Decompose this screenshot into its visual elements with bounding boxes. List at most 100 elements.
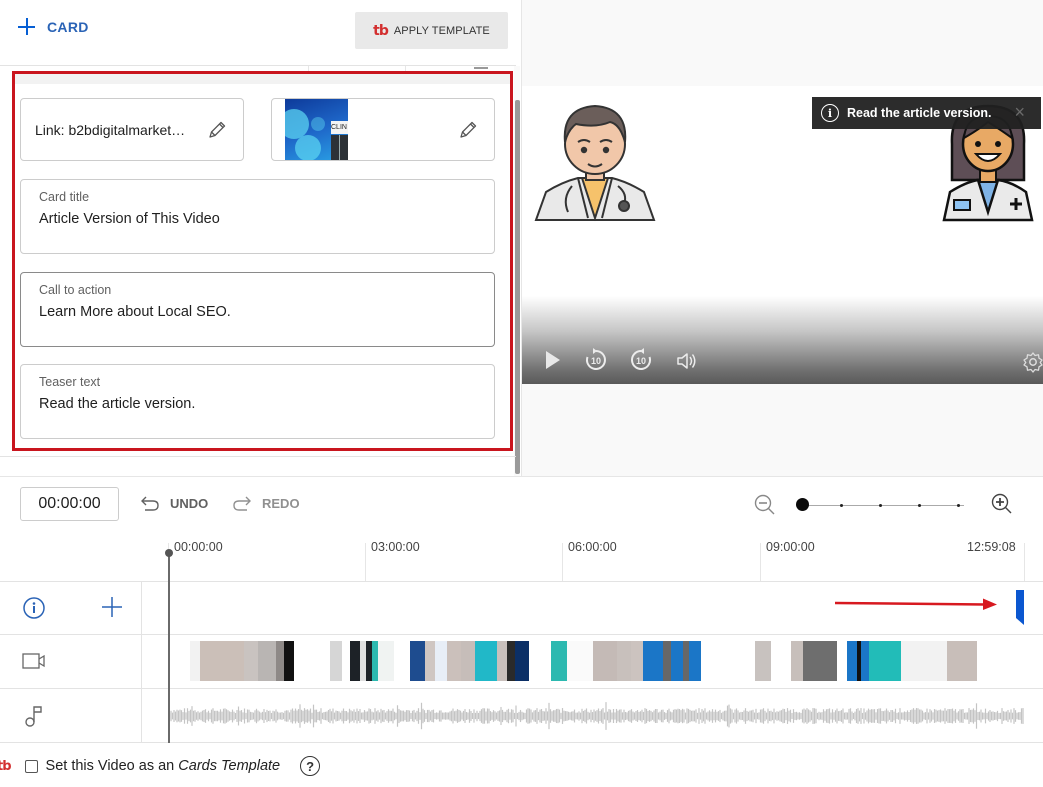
card-link-field[interactable]: Link: b2bdigitalmarket… bbox=[20, 98, 244, 161]
settings-icon[interactable] bbox=[1022, 351, 1043, 373]
ruler-tick bbox=[365, 543, 366, 581]
current-time-input[interactable]: 00:00:00 bbox=[20, 487, 119, 521]
video-frame-thumbnail bbox=[567, 641, 593, 681]
close-icon[interactable]: × bbox=[1014, 103, 1025, 121]
timeline-zoom-slider[interactable] bbox=[796, 497, 964, 513]
card-title-field[interactable]: Card title Article Version of This Video bbox=[20, 179, 495, 254]
video-frame-thumbnail bbox=[901, 641, 947, 681]
video-player[interactable]: 10 10 bbox=[522, 86, 1043, 384]
help-icon[interactable]: ? bbox=[300, 756, 321, 776]
video-frame-thumbnail bbox=[689, 641, 701, 681]
playhead[interactable] bbox=[168, 553, 170, 743]
video-frame-thumbnail bbox=[671, 641, 683, 681]
forward-10-icon[interactable]: 10 bbox=[629, 348, 653, 372]
zoom-slider-rail bbox=[802, 504, 964, 506]
teaser-text-label: Teaser text bbox=[39, 375, 101, 389]
video-frame-thumbnail bbox=[643, 641, 653, 681]
music-note-icon bbox=[24, 704, 44, 733]
video-frame-thumbnail bbox=[475, 641, 497, 681]
thumb-sign: CLIN bbox=[331, 121, 348, 134]
undo-label: UNDO bbox=[170, 495, 209, 511]
add-card-button[interactable]: CARD bbox=[18, 18, 89, 35]
add-card-track-plus-icon[interactable] bbox=[101, 596, 123, 623]
video-frame-thumbnail bbox=[663, 641, 671, 681]
card-marker[interactable] bbox=[1016, 590, 1024, 625]
video-frame-thumbnail bbox=[200, 641, 244, 681]
redo-button[interactable]: REDO bbox=[232, 494, 300, 512]
ruler-tick bbox=[1024, 543, 1025, 581]
video-frame-thumbnail bbox=[190, 641, 200, 681]
highlight-top-band bbox=[15, 74, 510, 84]
undo-button[interactable]: UNDO bbox=[140, 494, 208, 512]
thumb-shape bbox=[311, 117, 325, 131]
audio-waveform[interactable] bbox=[168, 700, 1024, 732]
video-frame-thumbnail bbox=[284, 641, 294, 681]
video-frame-thumbnail bbox=[507, 641, 515, 681]
video-frame-thumbnail bbox=[515, 641, 529, 681]
playhead-handle[interactable] bbox=[165, 549, 173, 557]
video-frame-thumbnail bbox=[435, 641, 447, 681]
zoom-slider-handle[interactable] bbox=[796, 498, 809, 511]
redo-icon bbox=[233, 496, 251, 511]
cards-template-label-emphasis: Cards Template bbox=[178, 758, 281, 774]
track-divider bbox=[0, 688, 1043, 689]
ruler-label: 06:00:00 bbox=[568, 540, 617, 554]
apply-template-label: APPLY TEMPLATE bbox=[393, 24, 490, 37]
video-frame-thumbnail bbox=[701, 641, 723, 681]
video-frame-thumbnail bbox=[258, 641, 276, 681]
play-icon[interactable] bbox=[544, 350, 562, 370]
video-frame-thumbnail bbox=[803, 641, 837, 681]
video-filmstrip[interactable] bbox=[168, 641, 1024, 681]
thumb-door bbox=[331, 135, 348, 160]
male-doctor-illustration bbox=[534, 104, 656, 222]
card-title-label: Card title bbox=[39, 190, 90, 204]
video-frame-thumbnail bbox=[410, 641, 425, 681]
divider bbox=[0, 456, 516, 457]
video-frame-thumbnail bbox=[447, 641, 461, 681]
volume-icon[interactable] bbox=[676, 351, 698, 371]
ruler-label: 03:00:00 bbox=[371, 540, 420, 554]
zoom-slider-tick bbox=[839, 503, 843, 507]
video-frame-thumbnail bbox=[791, 641, 803, 681]
apply-template-button[interactable]: tb APPLY TEMPLATE bbox=[355, 12, 508, 49]
call-to-action-value: Learn More about Local SEO. bbox=[39, 304, 231, 320]
pencil-icon[interactable] bbox=[206, 119, 228, 141]
cards-template-checkbox[interactable] bbox=[24, 759, 38, 773]
annotation-arrow bbox=[835, 598, 997, 610]
divider bbox=[0, 476, 1043, 477]
card-title-value: Article Version of This Video bbox=[39, 211, 220, 227]
cards-template-label-prefix: Set this Video as an bbox=[45, 758, 179, 774]
plus-icon bbox=[18, 18, 35, 35]
video-frame-thumbnail bbox=[342, 641, 350, 681]
info-icon: i bbox=[821, 104, 839, 122]
track-divider bbox=[0, 742, 1043, 743]
card-teaser-overlay[interactable]: i Read the article version. × bbox=[812, 97, 1041, 129]
redo-label: REDO bbox=[262, 495, 300, 511]
video-frame-thumbnail bbox=[244, 641, 258, 681]
scrollbar-thumb[interactable] bbox=[515, 100, 520, 474]
video-frame-thumbnail bbox=[551, 641, 567, 681]
svg-text:10: 10 bbox=[591, 356, 601, 366]
teaser-text-field[interactable]: Teaser text Read the article version. bbox=[20, 364, 495, 439]
video-frame-thumbnail bbox=[723, 641, 755, 681]
zoom-slider-tick bbox=[956, 503, 960, 507]
card-teaser-text: Read the article version. bbox=[847, 106, 992, 120]
ruler-label: 09:00:00 bbox=[766, 540, 815, 554]
video-frame-thumbnail bbox=[947, 641, 977, 681]
cards-template-label: Set this Video as an Cards Template bbox=[46, 758, 281, 774]
pencil-icon[interactable] bbox=[457, 119, 479, 141]
track-header-separator bbox=[141, 581, 142, 743]
teaser-text-value: Read the article version. bbox=[39, 396, 196, 412]
rewind-10-icon[interactable]: 10 bbox=[584, 348, 608, 372]
divider bbox=[0, 65, 516, 66]
zoom-in-icon[interactable] bbox=[990, 492, 1014, 521]
video-camera-icon bbox=[22, 652, 46, 675]
video-frame-thumbnail bbox=[394, 641, 410, 681]
track-divider bbox=[0, 634, 1043, 635]
call-to-action-field[interactable]: Call to action Learn More about Local SE… bbox=[20, 272, 495, 347]
add-card-label: CARD bbox=[47, 18, 89, 35]
card-image-thumbnail: CLIN bbox=[285, 99, 348, 160]
tubebuddy-logo-icon: tb bbox=[0, 758, 11, 774]
card-image-field[interactable]: CLIN bbox=[271, 98, 495, 161]
zoom-out-icon[interactable] bbox=[753, 493, 777, 522]
